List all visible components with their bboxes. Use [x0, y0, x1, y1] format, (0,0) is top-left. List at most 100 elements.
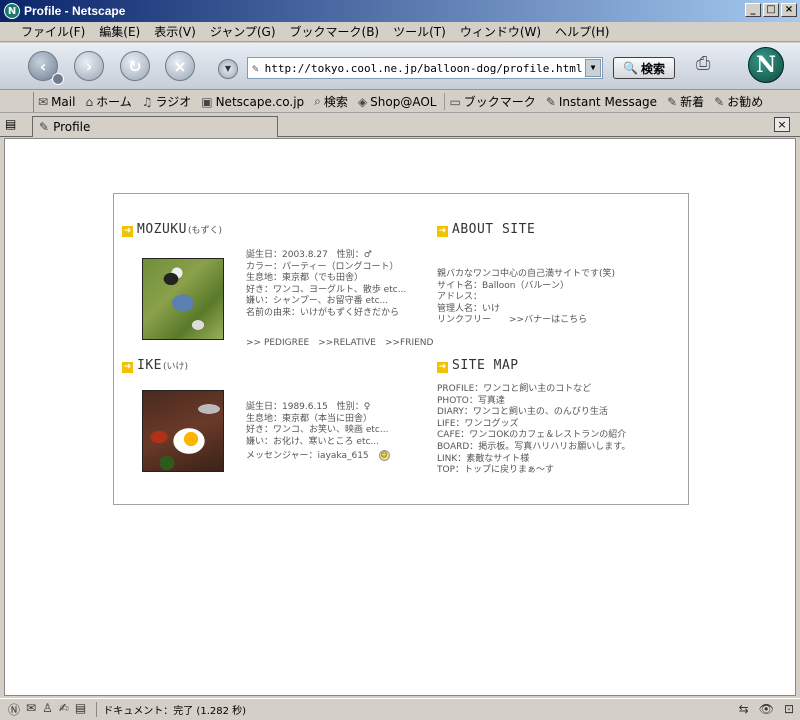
status-indicators: ⇆ 👁 ⊡: [739, 702, 794, 716]
online-status-icon[interactable]: ⇆: [739, 702, 749, 716]
page-viewport: ➜ MOZUKU (もずく) 誕生日：2003.8.27 性別：♂ カラー：パー…: [4, 138, 796, 696]
toolbar-item-netscape[interactable]: ▣ Netscape.co.jp: [197, 95, 310, 109]
url-dropdown-button[interactable]: ▼: [585, 59, 601, 77]
status-text: ドキュメント：完了 (1.282 秒): [96, 702, 246, 717]
aol-icon: ◈: [357, 94, 368, 109]
close-tab-icon[interactable]: ×: [774, 117, 790, 132]
page-proxy-icon: ✎: [252, 61, 259, 75]
stop-button[interactable]: ×: [165, 51, 195, 81]
instant-message-icon[interactable]: ♙: [42, 701, 53, 718]
navigator-icon[interactable]: Ⓝ: [8, 701, 20, 718]
menu-file[interactable]: ファイル(F): [14, 23, 92, 40]
pedigree-link[interactable]: >> PEDIGREE: [246, 338, 309, 348]
netscape-logo[interactable]: N: [748, 47, 784, 83]
toolbar-item-bookmarks[interactable]: ▭ ブックマーク: [444, 93, 541, 110]
url-bar[interactable]: ✎ http://tokyo.cool.ne.jp/balloon-dog/pr…: [247, 57, 603, 79]
url-history-button[interactable]: ▼: [218, 59, 238, 79]
toolbar-item-recommend[interactable]: ✎ お勧め: [710, 93, 769, 110]
radio-icon: ♫: [141, 94, 153, 109]
stop-icon: ×: [173, 56, 187, 76]
menu-view[interactable]: 表示(V): [147, 23, 203, 40]
menu-window[interactable]: ウィンドウ(W): [453, 23, 548, 40]
about-site-info: 親バカなワンコ中心の自己満サイトです(笑) サイト名：Balloon（バルーン）…: [437, 269, 616, 327]
search-button[interactable]: 🔍 検索: [613, 57, 675, 79]
toolbar-grip[interactable]: [12, 91, 34, 112]
tab-profile[interactable]: ✎ Profile: [32, 116, 278, 137]
link-icon: ✎: [545, 94, 556, 109]
netscape-icon: ▣: [201, 94, 213, 109]
mail-icon[interactable]: ✉: [26, 701, 36, 718]
arrow-right-icon: ➜: [437, 362, 448, 373]
sitemap-top-link[interactable]: TOP：トップに戻りまぁ～す: [437, 465, 630, 477]
tab-label: Profile: [53, 120, 91, 134]
netscape-app-icon: N: [4, 3, 20, 19]
navigation-toolbar: ‹ › ↻ × ▼ ✎ http://tokyo.cool.ne.jp/ball…: [0, 43, 800, 90]
sitemap-cafe-link[interactable]: CAFE：ワンコOKのカフェ＆レストランの紹介: [437, 430, 630, 442]
back-history-dropdown[interactable]: [52, 73, 64, 85]
toolbar-item-mail[interactable]: ✉ Mail: [34, 95, 81, 109]
mozuku-profile: 誕生日：2003.8.27 性別：♂ カラー：パーティー（ロングコート） 生息地…: [246, 250, 407, 318]
mozuku-photo: [142, 258, 224, 340]
site-map-list: PROFILE：ワンコと飼い主のコトなど PHOTO：写真達 DIARY：ワンコ…: [437, 384, 630, 477]
toolbar-item-instant-message[interactable]: ✎ Instant Message: [542, 95, 663, 109]
address-book-icon[interactable]: ▤: [75, 701, 86, 718]
menu-bookmarks[interactable]: ブックマーク(B): [283, 23, 387, 40]
menu-bar: ファイル(F) 編集(E) 表示(V) ジャンプ(G) ブックマーク(B) ツー…: [0, 22, 800, 42]
page-icon: ✎: [39, 120, 50, 134]
window-controls: _ □ ×: [745, 3, 797, 17]
sitemap-diary-link[interactable]: DIARY：ワンコと飼い主の、のんびり生活: [437, 407, 630, 419]
menu-edit[interactable]: 編集(E): [92, 23, 147, 40]
toolbar-item-search[interactable]: ⌕ 検索: [310, 93, 354, 110]
banner-link[interactable]: リンクフリー >>バナーはこちら: [437, 315, 615, 327]
sitemap-link-link[interactable]: LINK：素敵なサイト様: [437, 454, 630, 466]
arrow-right-icon: ›: [85, 56, 93, 76]
menu-help[interactable]: ヘルプ(H): [548, 23, 616, 40]
relative-link[interactable]: >>RELATIVE: [318, 338, 376, 348]
folder-icon: ▭: [449, 94, 461, 109]
link-icon: ✎: [667, 94, 678, 109]
sitemap-photo-link[interactable]: PHOTO：写真達: [437, 396, 630, 408]
reload-button[interactable]: ↻: [120, 51, 150, 81]
search-button-label: 検索: [640, 61, 665, 76]
maximize-icon[interactable]: □: [763, 3, 779, 17]
ike-profile: 誕生日：1989.6.15 性別：♀ 生息地：東京都（本当に田舎） 好き：ワンコ…: [246, 402, 390, 462]
forward-button[interactable]: ›: [74, 51, 104, 81]
new-tab-icon[interactable]: ▤: [5, 117, 23, 133]
search-icon: ⌕: [314, 94, 321, 108]
arrow-right-icon: ➜: [122, 226, 133, 237]
toolbar-item-home[interactable]: ⌂ ホーム: [81, 93, 137, 110]
status-bar: Ⓝ ✉ ♙ ✍ ▤ ドキュメント：完了 (1.282 秒) ⇆ 👁 ⊡: [0, 698, 800, 720]
friend-link[interactable]: >>FRIEND: [385, 338, 434, 348]
menu-tools[interactable]: ツール(T): [386, 23, 453, 40]
arrow-right-icon: ➜: [122, 362, 133, 373]
ike-photo: [142, 390, 224, 472]
component-bar: Ⓝ ✉ ♙ ✍ ▤: [0, 701, 86, 718]
toolbar-item-new[interactable]: ✎ 新着: [663, 93, 710, 110]
minimize-icon[interactable]: _: [745, 3, 761, 17]
lock-icon[interactable]: ⊡: [784, 702, 794, 716]
smiley-icon: ☺: [378, 450, 390, 462]
close-icon[interactable]: ×: [781, 3, 797, 17]
security-icon[interactable]: 👁: [759, 702, 774, 716]
about-site-heading: ➜ ABOUT SITE: [437, 222, 536, 237]
home-icon: ⌂: [85, 94, 94, 109]
mozuku-links: >> PEDIGREE >>RELATIVE >>FRIEND: [246, 338, 433, 348]
sitemap-life-link[interactable]: LIFE：ワンコグッズ: [437, 419, 630, 431]
arrow-left-icon: ‹: [39, 56, 47, 76]
personal-toolbar: ✉ Mail ⌂ ホーム ♫ ラジオ ▣ Netscape.co.jp ⌕ 検索 ◈ Sho…: [0, 91, 800, 113]
messenger-id: メッセンジャー：iayaka_615: [246, 451, 369, 462]
toolbar-item-radio[interactable]: ♫ ラジオ: [138, 93, 198, 110]
link-icon: ✎: [714, 94, 725, 109]
composer-icon[interactable]: ✍: [59, 701, 69, 718]
print-button[interactable]: ⎙: [696, 53, 724, 77]
reload-icon: ↻: [128, 56, 142, 76]
url-text: http://tokyo.cool.ne.jp/balloon-dog/prof…: [264, 61, 583, 75]
title-bar: N Profile - Netscape _ □ ×: [0, 0, 800, 22]
sitemap-board-link[interactable]: BOARD：掲示板。写真ハリハリお願いします。: [437, 442, 630, 454]
site-map-heading: ➜ SITE MAP: [437, 358, 519, 373]
profile-card: ➜ MOZUKU (もずく) 誕生日：2003.8.27 性別：♂ カラー：パー…: [113, 193, 689, 505]
sitemap-profile-link[interactable]: PROFILE：ワンコと飼い主のコトなど: [437, 384, 630, 396]
mozuku-heading: ➜ MOZUKU (もずく): [122, 222, 222, 237]
menu-go[interactable]: ジャンプ(G): [203, 23, 283, 40]
toolbar-item-shop-aol[interactable]: ◈ Shop@AOL: [354, 95, 443, 109]
